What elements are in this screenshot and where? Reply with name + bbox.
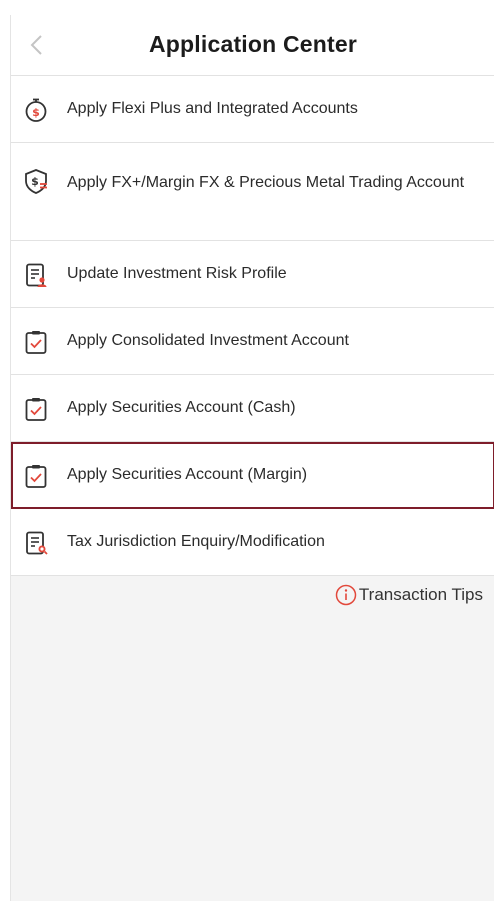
list-item-label: Update Investment Risk Profile <box>67 265 287 282</box>
chevron-left-icon[interactable] <box>25 31 51 59</box>
list-item-apply-fx-margin[interactable]: $ Apply FX+/Margin FX & Precious Metal T… <box>11 143 494 241</box>
header-bar: Application Center <box>11 15 494 76</box>
document-search-icon <box>26 531 48 555</box>
application-list: $ Apply Flexi Plus and Integrated Accoun… <box>11 76 494 576</box>
list-item-update-risk-profile[interactable]: Update Investment Risk Profile <box>11 241 494 308</box>
clipboard-check-icon <box>25 465 47 488</box>
list-item-apply-consolidated[interactable]: Apply Consolidated Investment Account <box>11 308 494 375</box>
list-item-apply-flexi-plus[interactable]: $ Apply Flexi Plus and Integrated Accoun… <box>11 76 494 143</box>
list-item-label: Apply FX+/Margin FX & Precious Metal Tra… <box>67 174 465 191</box>
stopwatch-dollar-icon: $ <box>25 98 47 122</box>
list-item-label: Apply Flexi Plus and Integrated Accounts <box>67 100 358 117</box>
list-item-label: Apply Consolidated Investment Account <box>67 332 349 349</box>
svg-text:$: $ <box>32 106 40 119</box>
list-item-apply-securities-margin[interactable]: Apply Securities Account (Margin) <box>11 442 494 509</box>
app-frame: Application Center $ Apply Flexi Plus an… <box>10 15 494 901</box>
transaction-tips-label: Transaction Tips <box>358 585 483 604</box>
list-item-label: Tax Jurisdiction Enquiry/Modification <box>67 533 325 550</box>
list-item-label: Apply Securities Account (Margin) <box>67 466 308 483</box>
clipboard-check-icon <box>25 398 47 421</box>
list-item-label: Apply Securities Account (Cash) <box>67 399 296 416</box>
transaction-tips-link[interactable]: Transaction Tips <box>335 583 483 607</box>
page-title: Application Center <box>148 31 358 57</box>
info-circle-icon <box>335 584 357 606</box>
clipboard-check-icon <box>25 331 47 354</box>
list-item-tax-jurisdiction[interactable]: Tax Jurisdiction Enquiry/Modification <box>11 509 494 576</box>
document-user-icon <box>26 263 47 287</box>
list-item-apply-securities-cash[interactable]: Apply Securities Account (Cash) <box>11 375 494 442</box>
